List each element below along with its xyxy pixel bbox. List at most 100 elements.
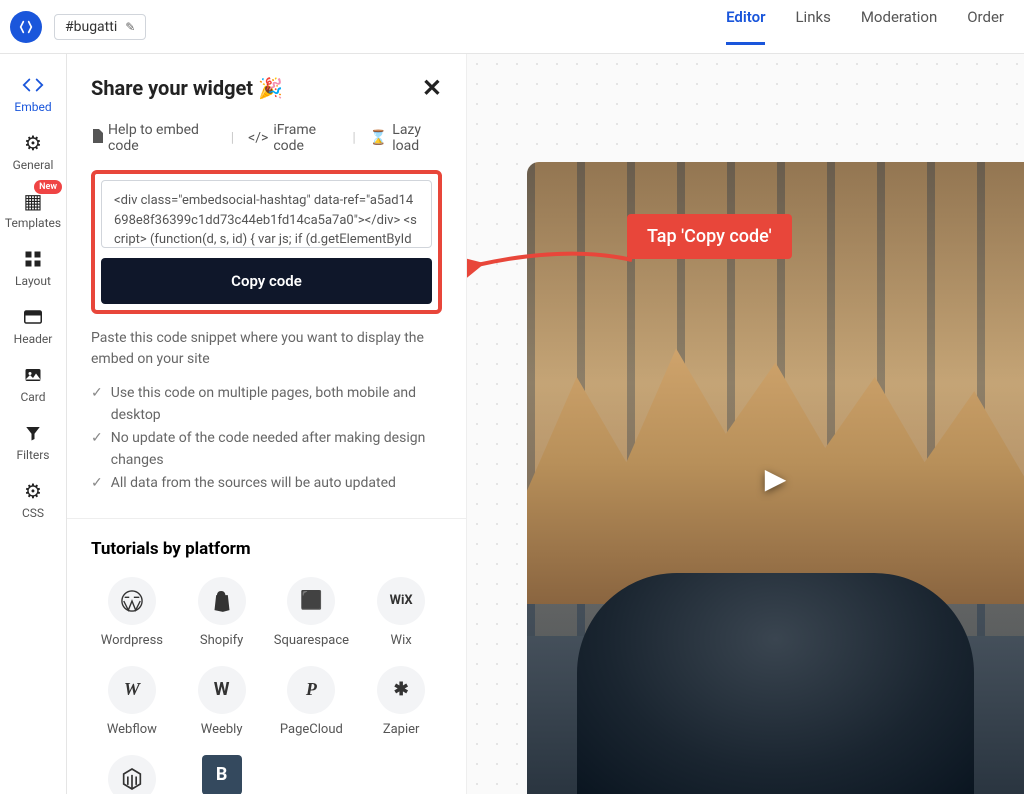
code-tabs: Help to embed code | </> iFrame code | ⌛… (91, 122, 442, 154)
platform-label: Webflow (107, 722, 157, 737)
check-icon: ✓ (91, 472, 103, 494)
check-icon: ✓ (91, 382, 103, 427)
sidebar-item-label: Embed (14, 100, 51, 114)
hashtag-text: #bugatti (65, 19, 117, 35)
list-item: ✓All data from the sources will be auto … (91, 472, 442, 494)
play-icon[interactable]: ▶ (751, 453, 801, 503)
sidebar-item-templates[interactable]: New ▦ Templates (0, 184, 66, 236)
divider (67, 518, 466, 519)
sidebar-item-general[interactable]: ⚙ General (0, 126, 66, 178)
hashtag-tag[interactable]: #bugatti ✎ (54, 14, 146, 40)
tab-label: Help to embed code (108, 122, 217, 154)
tutorials-title: Tutorials by platform (91, 539, 442, 559)
platform-pagecloud[interactable]: P PageCloud (271, 666, 353, 737)
platform-label: Squarespace (274, 633, 349, 648)
instruction-callout: Tap 'Copy code' (627, 214, 792, 259)
close-icon[interactable]: ✕ (422, 74, 442, 102)
pagecloud-icon: P (287, 666, 335, 714)
sidebar-item-card[interactable]: Card (0, 358, 66, 410)
tab-label: iFrame code (273, 122, 338, 154)
platform-webflow[interactable]: W Webflow (91, 666, 173, 737)
tab-help-embed[interactable]: Help to embed code (91, 122, 217, 154)
arrow-annotation (467, 240, 637, 300)
sidebar: Embed ⚙ General New ▦ Templates Layout H… (0, 54, 67, 794)
benefits-list: ✓Use this code on multiple pages, both m… (91, 382, 442, 494)
topbar: #bugatti ✎ Editor Links Moderation Order (0, 0, 1024, 54)
sidebar-item-label: Header (14, 332, 53, 346)
list-item: ✓No update of the code needed after maki… (91, 427, 442, 472)
panel-header: Share your widget 🎉 ✕ (91, 74, 442, 102)
zapier-icon: ✱ (377, 666, 425, 714)
wix-icon: WiX (377, 577, 425, 625)
edit-icon[interactable]: ✎ (125, 20, 135, 34)
platform-label: Wix (391, 633, 412, 648)
code-icon: </> (248, 130, 268, 146)
platform-weebly[interactable]: W Weebly (181, 666, 263, 737)
tab-iframe[interactable]: </> iFrame code (248, 122, 338, 154)
panel-title: Share your widget 🎉 (91, 76, 283, 100)
platforms-grid: Wordpress Shopify ⬛ Squarespace WiX Wix … (91, 577, 442, 794)
sidebar-item-label: Templates (5, 216, 61, 230)
platform-bigcommerce[interactable]: B Bigcommerce (181, 755, 263, 794)
nav-moderation[interactable]: Moderation (861, 8, 937, 45)
header-icon (24, 306, 42, 328)
share-panel: Share your widget 🎉 ✕ Help to embed code… (67, 54, 467, 794)
wordpress-icon (108, 577, 156, 625)
platform-zapier[interactable]: ✱ Zapier (360, 666, 442, 737)
platform-label: Wordpress (101, 633, 163, 648)
separator: | (352, 130, 355, 146)
webflow-icon: W (108, 666, 156, 714)
main: Embed ⚙ General New ▦ Templates Layout H… (0, 54, 1024, 794)
file-icon (91, 129, 103, 147)
nav-links[interactable]: Links (795, 8, 830, 45)
sidebar-item-header[interactable]: Header (0, 300, 66, 352)
sidebar-item-layout[interactable]: Layout (0, 242, 66, 294)
sidebar-item-label: General (13, 158, 54, 172)
nav-order[interactable]: Order (967, 8, 1004, 45)
squarespace-icon: ⬛ (287, 577, 335, 625)
topbar-nav: Editor Links Moderation Order (726, 8, 1004, 45)
preview-area: Tap 'Copy code' ▶ (467, 54, 1024, 794)
weebly-icon: W (198, 666, 246, 714)
magento-icon (108, 755, 156, 794)
platform-label: PageCloud (280, 722, 343, 737)
platform-label: Zapier (383, 722, 420, 737)
paste-help-text: Paste this code snippet where you want t… (91, 328, 442, 370)
gear-icon: ⚙ (24, 480, 42, 502)
sidebar-item-label: Layout (15, 274, 51, 288)
new-badge: New (34, 180, 62, 194)
logo[interactable] (10, 11, 42, 43)
list-item: ✓Use this code on multiple pages, both m… (91, 382, 442, 427)
code-icon (22, 74, 44, 96)
platform-magento[interactable]: Magento (91, 755, 173, 794)
code-snippet-box[interactable]: <div class="embedsocial-hashtag" data-re… (101, 180, 432, 248)
gear-icon: ⚙ (24, 132, 42, 154)
sidebar-item-css[interactable]: ⚙ CSS (0, 474, 66, 526)
sidebar-item-label: CSS (22, 506, 44, 520)
platform-shopify[interactable]: Shopify (181, 577, 263, 648)
platform-wix[interactable]: WiX Wix (360, 577, 442, 648)
platform-label: Shopify (200, 633, 243, 648)
shopify-icon (198, 577, 246, 625)
copy-highlight-box: <div class="embedsocial-hashtag" data-re… (91, 170, 442, 314)
tab-label: Lazy load (392, 122, 442, 154)
copy-code-button[interactable]: Copy code (101, 258, 432, 304)
sidebar-item-embed[interactable]: Embed (0, 68, 66, 120)
separator: | (231, 130, 234, 146)
layout-icon (24, 248, 42, 270)
hourglass-icon: ⌛ (370, 130, 387, 146)
sidebar-item-label: Card (20, 390, 45, 404)
nav-editor[interactable]: Editor (726, 8, 765, 45)
sidebar-item-label: Filters (16, 448, 49, 462)
bigcommerce-icon: B (202, 755, 242, 794)
platform-squarespace[interactable]: ⬛ Squarespace (271, 577, 353, 648)
platform-label: Weebly (201, 722, 243, 737)
preview-car (577, 573, 975, 794)
topbar-left: #bugatti ✎ (10, 11, 146, 43)
sidebar-item-filters[interactable]: Filters (0, 416, 66, 468)
platform-wordpress[interactable]: Wordpress (91, 577, 173, 648)
tab-lazy-load[interactable]: ⌛ Lazy load (370, 122, 442, 154)
filter-icon (24, 422, 42, 444)
image-icon (24, 364, 42, 386)
check-icon: ✓ (91, 427, 103, 472)
